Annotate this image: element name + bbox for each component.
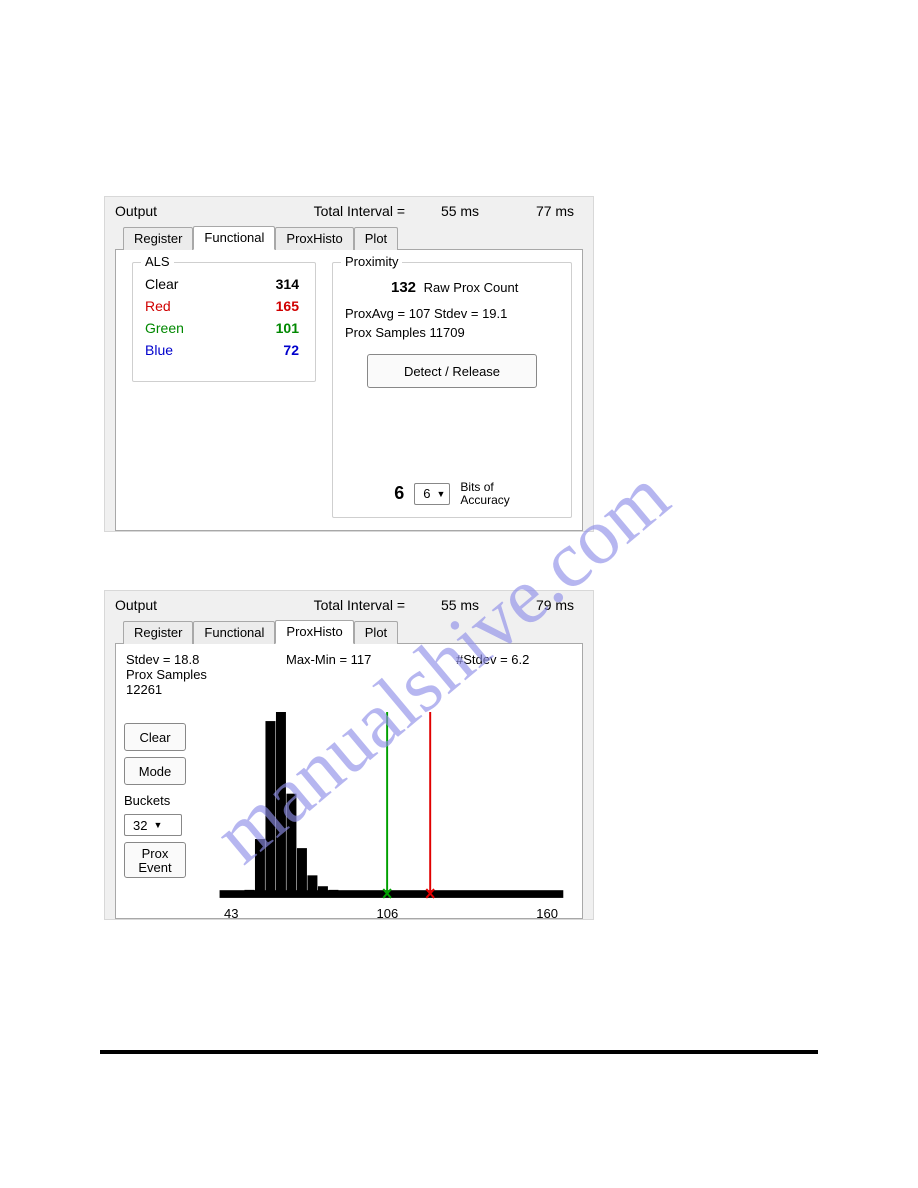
histo-controls: Clear Mode Buckets 32 ▼ ProxEvent: [124, 701, 204, 921]
tab-register[interactable]: Register: [123, 227, 193, 250]
histogram-chart: [204, 701, 574, 921]
tab-plot[interactable]: Plot: [354, 227, 398, 250]
panel1-header: Output Total Interval = 55 ms 77 ms: [115, 203, 583, 219]
chevron-down-icon: ▼: [436, 489, 445, 499]
buckets-label: Buckets: [124, 793, 204, 808]
als-legend: ALS: [141, 254, 174, 269]
histo-numstdev: #Stdev = 6.2: [456, 652, 574, 697]
als-blue-value: 72: [283, 342, 299, 358]
axis-min: 43: [224, 906, 238, 921]
als-green-value: 101: [276, 320, 299, 336]
output-label: Output: [115, 203, 265, 219]
total-interval-label: Total Interval =: [265, 597, 405, 613]
bits-select[interactable]: 6 ▼: [414, 483, 450, 505]
buckets-select[interactable]: 32 ▼: [124, 814, 182, 836]
als-row-green: Green 101: [141, 317, 307, 339]
prox-samples: Prox Samples 11709: [345, 325, 563, 340]
detect-release-button[interactable]: Detect / Release: [367, 354, 537, 388]
output-label: Output: [115, 597, 265, 613]
als-red-value: 165: [276, 298, 299, 314]
tab-functional[interactable]: Functional: [193, 226, 275, 250]
histo-proxsamples-label: Prox Samples: [126, 667, 286, 682]
bits-of-accuracy-label: Bits of Accuracy: [460, 481, 509, 507]
histo-stdev: Stdev = 18.8: [126, 652, 286, 667]
histo-plot: 43 106 160: [204, 701, 574, 921]
histo-axis-labels: 43 106 160: [204, 906, 558, 921]
als-green-label: Green: [145, 320, 184, 336]
als-row-red: Red 165: [141, 295, 307, 317]
output-panel-proxhisto: Output Total Interval = 55 ms 79 ms Regi…: [104, 590, 594, 920]
tab-proxhisto[interactable]: ProxHisto: [275, 227, 353, 250]
total-interval-value-1: 55 ms: [405, 203, 515, 219]
tab-functional[interactable]: Functional: [193, 621, 275, 644]
proximity-groupbox: Proximity 132 Raw Prox Count ProxAvg = 1…: [332, 262, 572, 518]
als-clear-value: 314: [276, 276, 299, 292]
raw-prox-count-row: 132 Raw Prox Count: [391, 279, 563, 296]
raw-prox-count-label: Raw Prox Count: [424, 280, 519, 295]
tabstrip: Register Functional ProxHisto Plot: [123, 619, 583, 643]
als-row-blue: Blue 72: [141, 339, 307, 361]
bits-select-value: 6: [423, 486, 430, 501]
histo-area: Clear Mode Buckets 32 ▼ ProxEvent 43 106…: [124, 701, 574, 921]
raw-prox-count-value: 132: [391, 279, 416, 296]
output-panel-functional: Output Total Interval = 55 ms 77 ms Regi…: [104, 196, 594, 532]
axis-mid: 106: [377, 906, 399, 921]
als-clear-label: Clear: [145, 276, 178, 292]
bits-display-value: 6: [394, 483, 404, 504]
clear-button[interactable]: Clear: [124, 723, 186, 751]
tab-plot[interactable]: Plot: [354, 621, 398, 644]
panel2-header: Output Total Interval = 55 ms 79 ms: [115, 597, 583, 613]
total-interval-value-2: 79 ms: [515, 597, 595, 613]
functional-tab-body: ALS Clear 314 Red 165 Green 101 Blue 72 …: [115, 249, 583, 531]
als-blue-label: Blue: [145, 342, 173, 358]
buckets-select-value: 32: [133, 818, 147, 833]
als-red-label: Red: [145, 298, 171, 314]
als-row-clear: Clear 314: [141, 273, 307, 295]
bits-of-accuracy-row: 6 6 ▼ Bits of Accuracy: [333, 481, 571, 507]
als-groupbox: ALS Clear 314 Red 165 Green 101 Blue 72: [132, 262, 316, 382]
total-interval-value-2: 77 ms: [515, 203, 595, 219]
tab-proxhisto[interactable]: ProxHisto: [275, 620, 353, 644]
histo-stats-row: Stdev = 18.8 Prox Samples 12261 Max-Min …: [126, 652, 574, 697]
total-interval-label: Total Interval =: [265, 203, 405, 219]
chevron-down-icon: ▼: [153, 820, 162, 830]
total-interval-value-1: 55 ms: [405, 597, 515, 613]
prox-avg-stdev: ProxAvg = 107 Stdev = 19.1: [345, 306, 563, 321]
tab-register[interactable]: Register: [123, 621, 193, 644]
histo-maxmin: Max-Min = 117: [286, 652, 456, 697]
tabstrip: Register Functional ProxHisto Plot: [123, 225, 583, 249]
proximity-legend: Proximity: [341, 254, 402, 269]
footer-rule: [100, 1050, 818, 1054]
mode-button[interactable]: Mode: [124, 757, 186, 785]
axis-max: 160: [536, 906, 558, 921]
histo-proxsamples-value: 12261: [126, 682, 286, 697]
proxhisto-tab-body: Stdev = 18.8 Prox Samples 12261 Max-Min …: [115, 643, 583, 919]
prox-event-button[interactable]: ProxEvent: [124, 842, 186, 878]
